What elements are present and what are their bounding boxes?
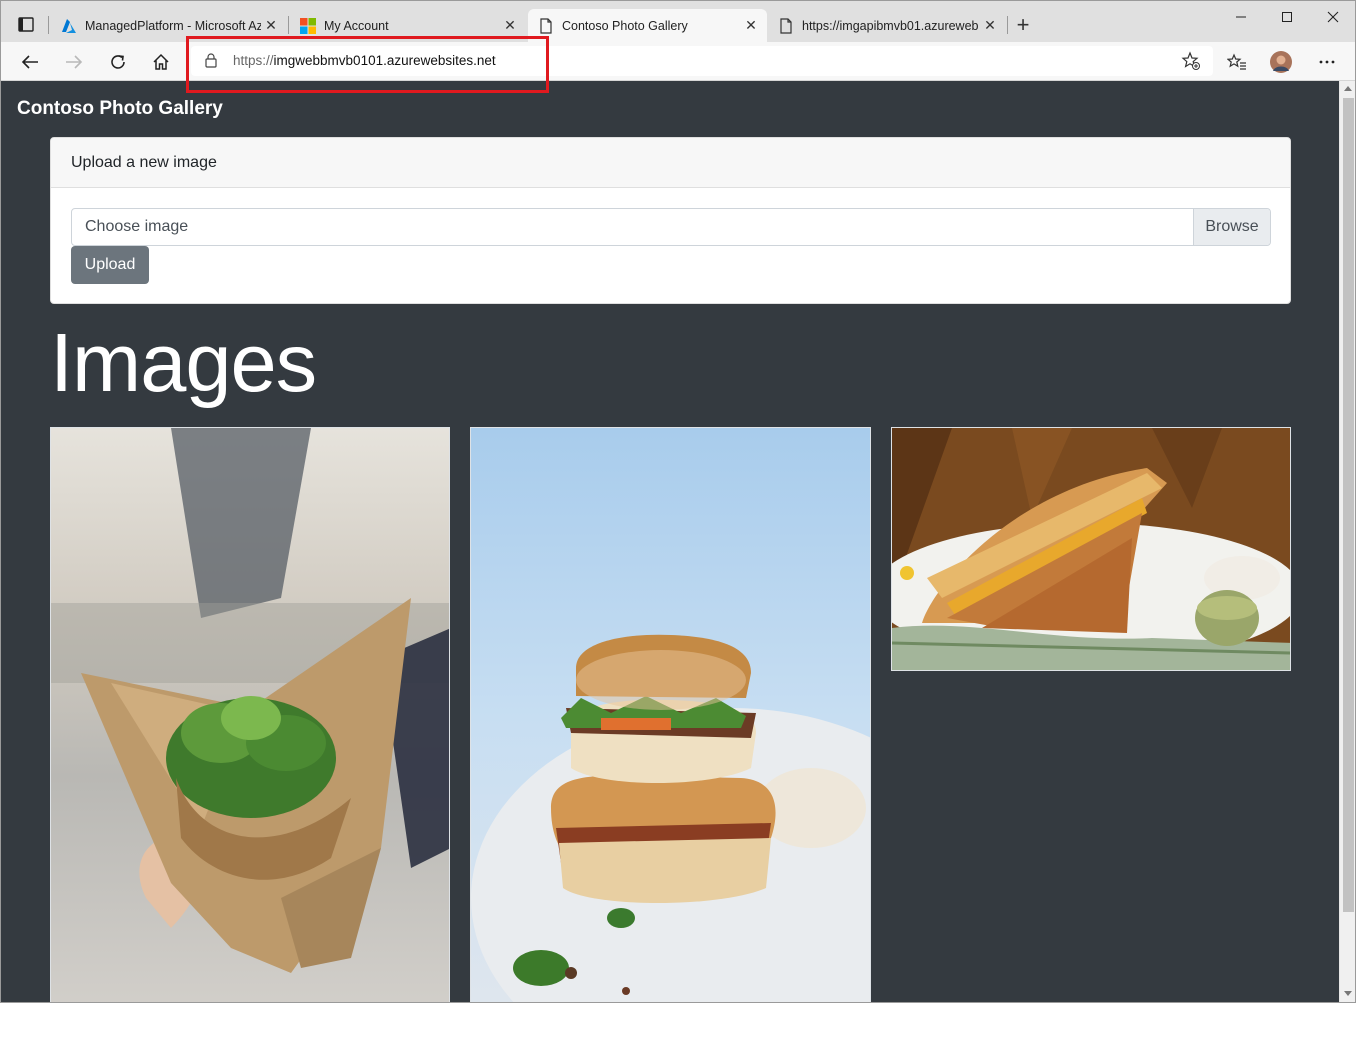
upload-button[interactable]: Upload	[71, 246, 149, 284]
file-input-placeholder: Choose image	[85, 218, 189, 235]
tab-imgapi[interactable]: https://imgapibmvb01.azureweb ✕	[768, 9, 1006, 42]
file-input[interactable]: Choose image Browse	[71, 208, 1271, 246]
upload-card-header: Upload a new image	[51, 138, 1290, 188]
close-icon[interactable]: ✕	[261, 17, 281, 34]
back-button[interactable]	[16, 48, 44, 76]
tab-separator	[48, 16, 49, 34]
gallery-image-salad-wrap[interactable]	[50, 427, 450, 1002]
images-heading: Images	[50, 316, 317, 409]
add-favorite-icon[interactable]	[1181, 51, 1201, 76]
avatar	[1270, 51, 1292, 73]
back-arrow-icon	[21, 55, 38, 69]
vertical-scrollbar[interactable]	[1339, 81, 1355, 1002]
close-icon[interactable]: ✕	[980, 17, 1000, 34]
tab-title: My Account	[324, 18, 389, 33]
upload-card: Upload a new image Choose image Browse U…	[50, 137, 1291, 304]
favorites-button[interactable]	[1223, 48, 1251, 76]
page-content: Contoso Photo Gallery Upload a new image…	[1, 81, 1339, 1002]
tab-contoso-photo-gallery[interactable]: Contoso Photo Gallery ✕	[528, 9, 767, 42]
home-button[interactable]	[147, 48, 175, 76]
toasted-sandwich-photo	[892, 428, 1290, 670]
more-menu-button[interactable]	[1313, 48, 1341, 76]
scroll-down-arrow-icon[interactable]	[1344, 991, 1352, 996]
tab-title: ManagedPlatform - Microsoft Az	[85, 18, 261, 33]
scroll-up-arrow-icon[interactable]	[1344, 86, 1352, 91]
gallery-image-banh-mi[interactable]	[470, 427, 871, 1002]
favorites-icon	[1227, 53, 1246, 70]
forward-button[interactable]	[60, 48, 88, 76]
maximize-button[interactable]	[1264, 5, 1310, 29]
close-window-button[interactable]	[1310, 5, 1355, 29]
tab-separator	[288, 16, 289, 34]
tab-title: https://imgapibmvb01.azureweb	[802, 18, 979, 33]
profile-button[interactable]	[1267, 48, 1295, 76]
home-icon	[153, 53, 169, 70]
maximize-icon	[1282, 12, 1292, 22]
salad-wrap-photo	[51, 428, 449, 1002]
azure-icon	[61, 18, 77, 34]
tab-separator	[1007, 16, 1008, 34]
close-window-icon	[1327, 11, 1339, 23]
close-icon[interactable]: ✕	[500, 17, 520, 34]
forward-arrow-icon	[66, 55, 83, 69]
banh-mi-photo	[471, 428, 870, 1002]
gallery-image-toasted-sandwich[interactable]	[891, 427, 1291, 671]
more-icon	[1319, 60, 1335, 64]
page-icon	[538, 17, 554, 34]
url-highlight-annotation	[186, 36, 549, 93]
tab-actions-icon	[18, 17, 34, 32]
browse-button[interactable]: Browse	[1193, 209, 1270, 245]
browser-window: ManagedPlatform - Microsoft Az ✕ My Acco…	[0, 0, 1356, 1003]
refresh-icon	[111, 55, 125, 69]
microsoft-logo-icon	[300, 17, 316, 34]
minimize-icon	[1236, 16, 1246, 18]
new-tab-button[interactable]: +	[1011, 14, 1035, 38]
tab-title: Contoso Photo Gallery	[562, 18, 688, 33]
navbar-brand[interactable]: Contoso Photo Gallery	[17, 98, 223, 120]
refresh-button[interactable]	[104, 48, 132, 76]
scrollbar-thumb[interactable]	[1343, 98, 1354, 912]
minimize-button[interactable]	[1218, 5, 1264, 29]
close-icon[interactable]: ✕	[741, 17, 761, 34]
page-icon	[778, 17, 794, 34]
tab-actions-button[interactable]	[9, 12, 43, 38]
